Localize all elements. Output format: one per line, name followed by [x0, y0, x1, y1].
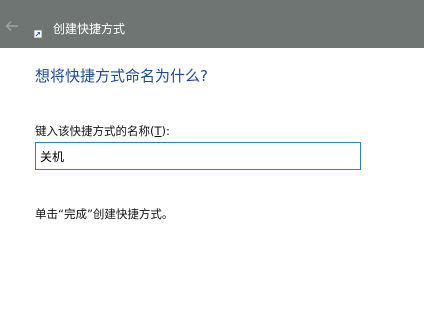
name-label-suffix: ): — [161, 124, 170, 138]
create-shortcut-window: 创建快捷方式 想将快捷方式命名为什么? 键入该快捷方式的名称(T): 单击“完成… — [0, 0, 424, 326]
page-heading: 想将快捷方式命名为什么? — [35, 67, 208, 85]
name-label-access-key: T — [154, 124, 162, 138]
back-arrow-icon[interactable] — [4, 18, 20, 34]
finish-hint: 单击“完成”创建快捷方式。 — [35, 207, 174, 221]
name-field-label: 键入该快捷方式的名称(T): — [35, 123, 170, 139]
name-label-prefix: 键入该快捷方式的名称( — [35, 124, 155, 138]
window-title: 创建快捷方式 — [53, 22, 126, 36]
title-bar: 创建快捷方式 — [0, 0, 424, 48]
shortcut-name-input[interactable] — [35, 142, 361, 170]
shortcut-icon — [34, 30, 42, 38]
